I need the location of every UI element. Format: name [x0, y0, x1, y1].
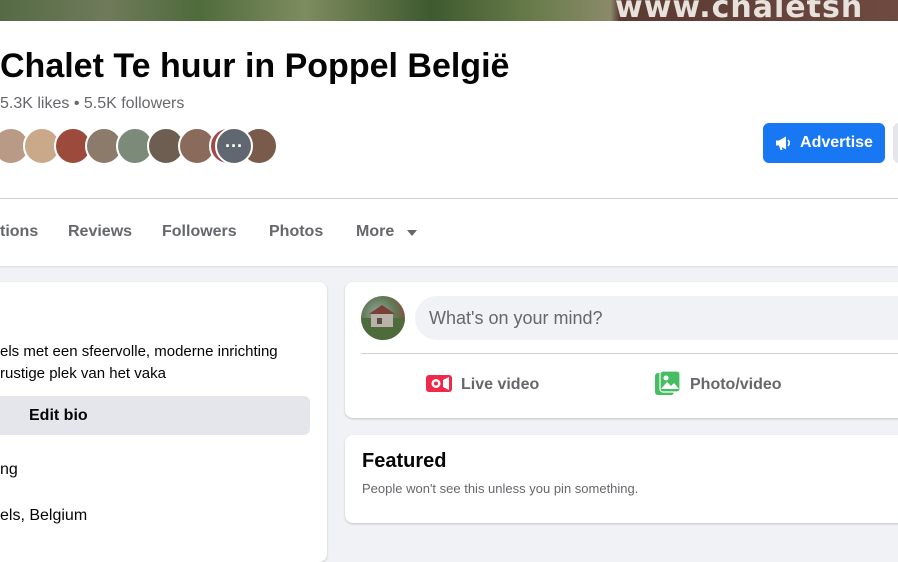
photo-video-button[interactable]: Photo/video [655, 368, 782, 402]
page-tabs: tions Reviews Followers Photos More [0, 199, 898, 265]
edit-bio-button[interactable]: Edit bio [0, 396, 310, 435]
photo-video-label: Photo/video [690, 376, 782, 393]
page-title: Chalet Te huur in Poppel België [0, 47, 510, 85]
tab-followers[interactable]: Followers [162, 199, 237, 265]
intro-bio-line-1: els met een sfeervolle, moderne inrichti… [0, 343, 278, 360]
page-header: Chalet Te huur in Poppel België 5.3K lik… [0, 21, 898, 266]
cover-photo[interactable]: www.chaletsh [0, 0, 898, 21]
tab-more[interactable]: More [356, 199, 417, 265]
edit-bio-label: Edit bio [29, 406, 88, 424]
cover-watermark: www.chaletsh [615, 0, 864, 21]
intro-detail-category: ng [0, 461, 18, 478]
caret-down-icon [406, 199, 417, 265]
live-video-label: Live video [461, 376, 540, 393]
featured-card: Featured People won't see this unless yo… [345, 435, 898, 523]
tab-mentions[interactable]: tions [0, 199, 38, 265]
featured-subtitle: People won't see this unless you pin som… [362, 481, 639, 496]
photo-video-icon [655, 369, 681, 401]
intro-bio: els met een sfeervolle, moderne inrichti… [0, 341, 320, 385]
intro-detail-location[interactable]: els, Belgium [0, 507, 87, 525]
intro-bio-line-2: rustige plek van het vaka [0, 365, 166, 382]
tab-photos-label: Photos [269, 223, 324, 240]
post-composer: What's on your mind? Live video Photo/vi… [345, 282, 898, 418]
megaphone-icon [775, 135, 792, 151]
composer-divider [361, 353, 898, 354]
live-video-icon [426, 372, 452, 399]
live-video-button[interactable]: Live video [426, 368, 539, 402]
follower-avatar-more[interactable]: ··· [215, 127, 253, 165]
tab-more-label: More [356, 223, 395, 241]
tab-reviews-label: Reviews [68, 223, 133, 240]
intro-card: els met een sfeervolle, moderne inrichti… [0, 282, 327, 562]
tab-followers-label: Followers [162, 223, 237, 240]
tab-reviews[interactable]: Reviews [68, 199, 132, 265]
whats-on-your-mind-input[interactable]: What's on your mind? [415, 296, 898, 340]
more-followers-label: ··· [225, 136, 243, 156]
tab-photos[interactable]: Photos [269, 199, 323, 265]
secondary-action-button[interactable] [893, 123, 898, 163]
page-avatar[interactable] [361, 296, 405, 340]
featured-title: Featured [362, 450, 447, 472]
advertise-button[interactable]: Advertise [763, 123, 885, 163]
tab-mentions-label: tions [0, 223, 39, 240]
advertise-label: Advertise [800, 134, 873, 151]
page-stats[interactable]: 5.3K likes • 5.5K followers [0, 95, 184, 113]
